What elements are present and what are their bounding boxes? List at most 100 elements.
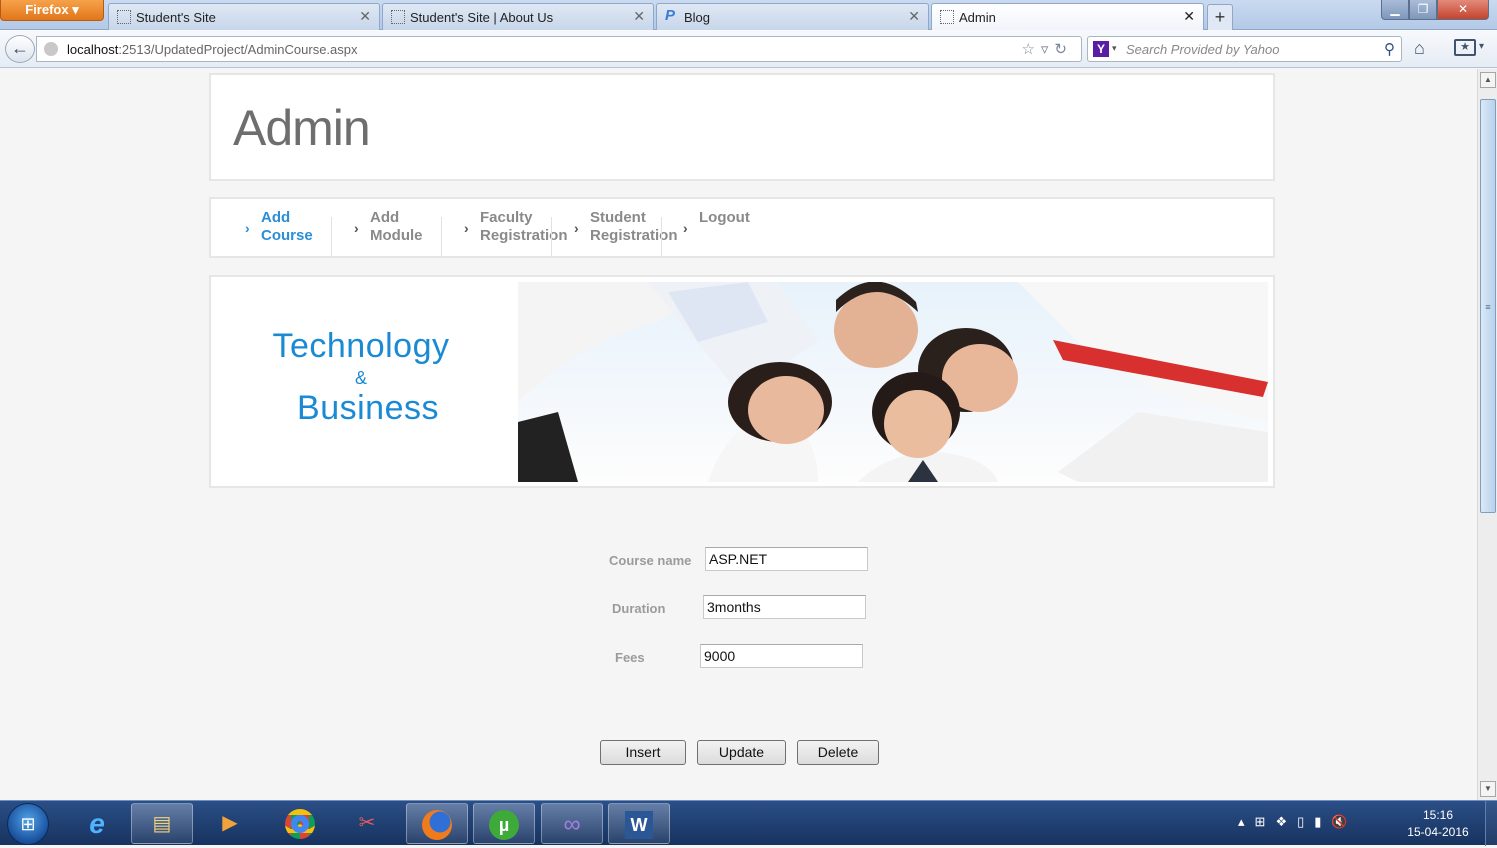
firefox-taskbar-icon[interactable] (406, 803, 468, 844)
search-bar[interactable]: Y ▾ Search Provided by Yahoo ⚲ (1087, 36, 1402, 62)
menu-divider (551, 217, 552, 256)
fees-input[interactable] (700, 644, 863, 668)
internet-explorer-icon[interactable]: e (66, 803, 128, 844)
chrome-icon[interactable] (269, 803, 331, 844)
search-icon[interactable]: ⚲ (1384, 40, 1395, 58)
volume-muted-icon[interactable]: 🔇 (1331, 814, 1357, 829)
clock-time: 15:16 (1422, 808, 1454, 822)
device-icon[interactable]: ▯ (1297, 814, 1314, 829)
vertical-scrollbar[interactable]: ▲ ≡ ▼ (1477, 69, 1497, 800)
page-viewport: Admin › Add Course › Add Module › Facult… (0, 69, 1477, 800)
close-tab-icon[interactable]: ✕ (1183, 8, 1195, 25)
delete-button[interactable]: Delete (797, 740, 879, 765)
banner-team-photo (518, 282, 1268, 482)
banner-line-technology: Technology (272, 327, 450, 365)
tab-blog[interactable]: P Blog ✕ (656, 3, 929, 30)
banner-ampersand: & (354, 368, 367, 388)
insert-button[interactable]: Insert (600, 740, 686, 765)
site-header: Admin (209, 73, 1275, 181)
site-identity-icon[interactable] (44, 42, 58, 56)
update-button[interactable]: Update (697, 740, 786, 765)
show-desktop-button[interactable] (1485, 801, 1497, 846)
duration-label: Duration (612, 601, 666, 616)
network-icon[interactable]: ▮ (1314, 814, 1331, 829)
tab-label: Admin (959, 10, 996, 25)
close-tab-icon[interactable]: ✕ (359, 8, 371, 25)
menu-item-label: Add Module (370, 209, 423, 244)
file-explorer-icon[interactable]: ▤ (131, 803, 193, 844)
hero-banner: Technology & Business (209, 275, 1275, 488)
menu-item-label: Student Registration (590, 209, 678, 244)
show-hidden-icons-icon[interactable]: ▴ (1238, 814, 1255, 829)
engine-dropdown-icon[interactable]: ▾ (1112, 43, 1117, 54)
chevron-right-icon: › (464, 220, 469, 236)
course-name-input[interactable] (705, 547, 868, 571)
menu-item-label: Add Course (261, 209, 313, 244)
blog-favicon-icon: P (665, 7, 676, 24)
banner-brand-text: Technology & Business (241, 327, 481, 428)
close-window-button[interactable]: ✕ (1437, 0, 1489, 20)
system-tray: ▴⊞❖▯▮🔇 (1238, 814, 1358, 830)
page-icon (391, 10, 405, 24)
windows-flag-icon[interactable]: ⊞ (1255, 814, 1276, 829)
search-placeholder: Search Provided by Yahoo (1126, 42, 1280, 57)
tab-admin[interactable]: Admin ✕ (931, 3, 1204, 30)
navigation-toolbar: ← localhost:2513/UpdatedProject/AdminCou… (0, 30, 1497, 68)
clock-date: 15-04-2016 (1407, 825, 1469, 839)
address-bar-icons: ☆▿↻ (1021, 40, 1073, 58)
new-tab-button[interactable]: + (1207, 4, 1233, 30)
dropbox-icon[interactable]: ❖ (1275, 814, 1297, 829)
page-icon (117, 10, 131, 24)
system-clock[interactable]: 15:16 15-04-2016 (1398, 807, 1478, 841)
windows-taskbar: ⊞ e ▤ ▶ ✂ µ ∞ W ▴⊞❖▯▮🔇 15:16 15-04-2016 (0, 800, 1497, 846)
visual-studio-icon[interactable]: ∞ (541, 803, 603, 844)
close-tab-icon[interactable]: ✕ (908, 8, 920, 25)
chevron-right-icon: › (245, 220, 250, 236)
close-tab-icon[interactable]: ✕ (633, 8, 645, 25)
yahoo-engine-icon[interactable]: Y (1093, 41, 1109, 57)
scroll-up-arrow-icon[interactable]: ▲ (1480, 72, 1496, 88)
reload-icon[interactable]: ↻ (1054, 41, 1073, 58)
word-icon[interactable]: W (608, 803, 670, 844)
home-icon[interactable]: ⌂ (1414, 38, 1425, 59)
tab-label: Blog (684, 10, 711, 25)
restore-button[interactable]: ❐ (1409, 0, 1437, 20)
utorrent-icon[interactable]: µ (473, 803, 535, 844)
menu-divider (441, 217, 442, 256)
chevron-right-icon: › (574, 220, 579, 236)
page-icon (940, 10, 954, 24)
scroll-down-arrow-icon[interactable]: ▼ (1480, 781, 1496, 797)
minimize-button[interactable]: ▁ (1381, 0, 1409, 20)
media-player-icon[interactable]: ▶ (199, 803, 261, 844)
address-bar[interactable]: localhost:2513/UpdatedProject/AdminCours… (36, 36, 1082, 62)
chevron-down-icon[interactable]: ▾ (1479, 41, 1484, 52)
menu-divider (661, 217, 662, 256)
fees-label: Fees (615, 650, 645, 665)
history-dropdown-icon[interactable]: ▿ (1041, 41, 1055, 58)
page-title: Admin (233, 100, 371, 156)
addon-bar-icon[interactable]: ★ (1454, 39, 1476, 56)
menu-divider (331, 217, 332, 256)
tab-about-us[interactable]: Student's Site | About Us ✕ (382, 3, 654, 30)
back-button[interactable]: ← (5, 35, 35, 63)
menu-item-label: Faculty Registration (480, 209, 568, 244)
tab-students-site[interactable]: Student's Site ✕ (108, 3, 380, 30)
tab-label: Student's Site (136, 10, 216, 25)
scrollbar-thumb[interactable]: ≡ (1480, 99, 1496, 513)
snipping-tool-icon[interactable]: ✂ (336, 803, 398, 844)
banner-line-business: Business (297, 389, 439, 427)
admin-nav-menu: › Add Course › Add Module › Faculty Regi… (209, 197, 1275, 258)
start-button[interactable]: ⊞ (7, 803, 49, 845)
team-photo-illustration (518, 282, 1268, 482)
url-text: localhost:2513/UpdatedProject/AdminCours… (67, 42, 358, 57)
firefox-menu-button[interactable]: Firefox ▾ (0, 0, 104, 21)
chevron-right-icon: › (354, 220, 359, 236)
menu-item-label: Logout (699, 209, 750, 226)
tab-label: Student's Site | About Us (410, 10, 554, 25)
firefox-menu-label: Firefox (25, 2, 69, 17)
browser-titlebar: Firefox ▾ Student's Site ✕ Student's Sit… (0, 0, 1497, 30)
chevron-right-icon: › (683, 220, 688, 236)
course-name-label: Course name (609, 553, 692, 568)
bookmark-star-icon[interactable]: ☆ (1021, 41, 1040, 58)
duration-input[interactable] (703, 595, 866, 619)
